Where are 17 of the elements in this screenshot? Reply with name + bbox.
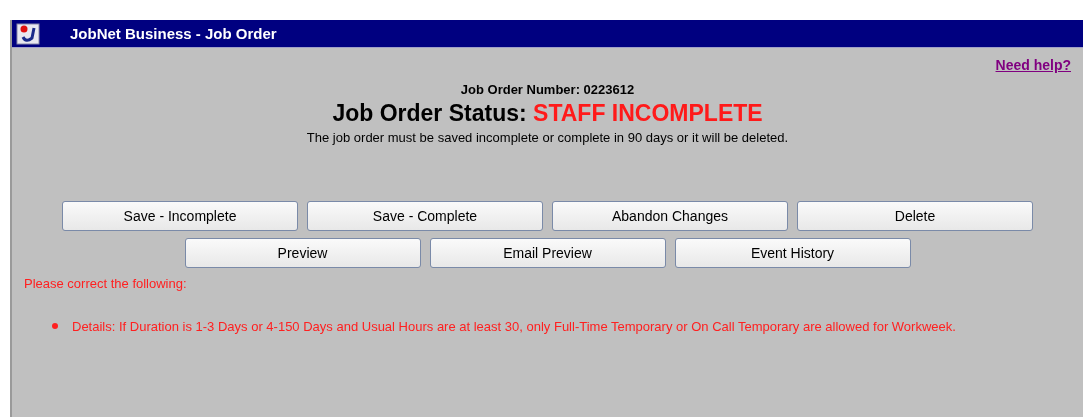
bullet-icon xyxy=(52,323,58,329)
job-order-number: Job Order Number: 0223612 xyxy=(459,82,636,97)
notice-text: The job order must be saved incomplete or complete in 90 days or it will be deleted. xyxy=(305,130,790,145)
action-button[interactable]: Save - Complete xyxy=(307,201,543,231)
app-logo-icon xyxy=(16,22,40,45)
action-button[interactable]: Save - Incomplete xyxy=(62,201,298,231)
help-link[interactable]: Need help? xyxy=(995,57,1071,77)
error-message: Details: If Duration is 1-3 Days or 4-150 Days and Usual Hours are at least 30, only Full-Time Temporary or On Call Temporary are allowed for Workweek. xyxy=(72,318,956,336)
action-button[interactable]: Delete xyxy=(797,201,1033,231)
action-button[interactable]: Event History xyxy=(674,238,911,268)
status-value: STAFF INCOMPLETE xyxy=(533,100,763,126)
status-label: Job Order Status: xyxy=(332,100,527,126)
window-title: JobNet Business - Job Order xyxy=(70,25,277,42)
action-button[interactable]: Abandon Changes xyxy=(552,201,788,231)
action-button[interactable]: Email Preview xyxy=(429,238,666,268)
action-button[interactable]: Preview xyxy=(184,238,421,268)
error-heading: Please correct the following: xyxy=(24,276,188,291)
